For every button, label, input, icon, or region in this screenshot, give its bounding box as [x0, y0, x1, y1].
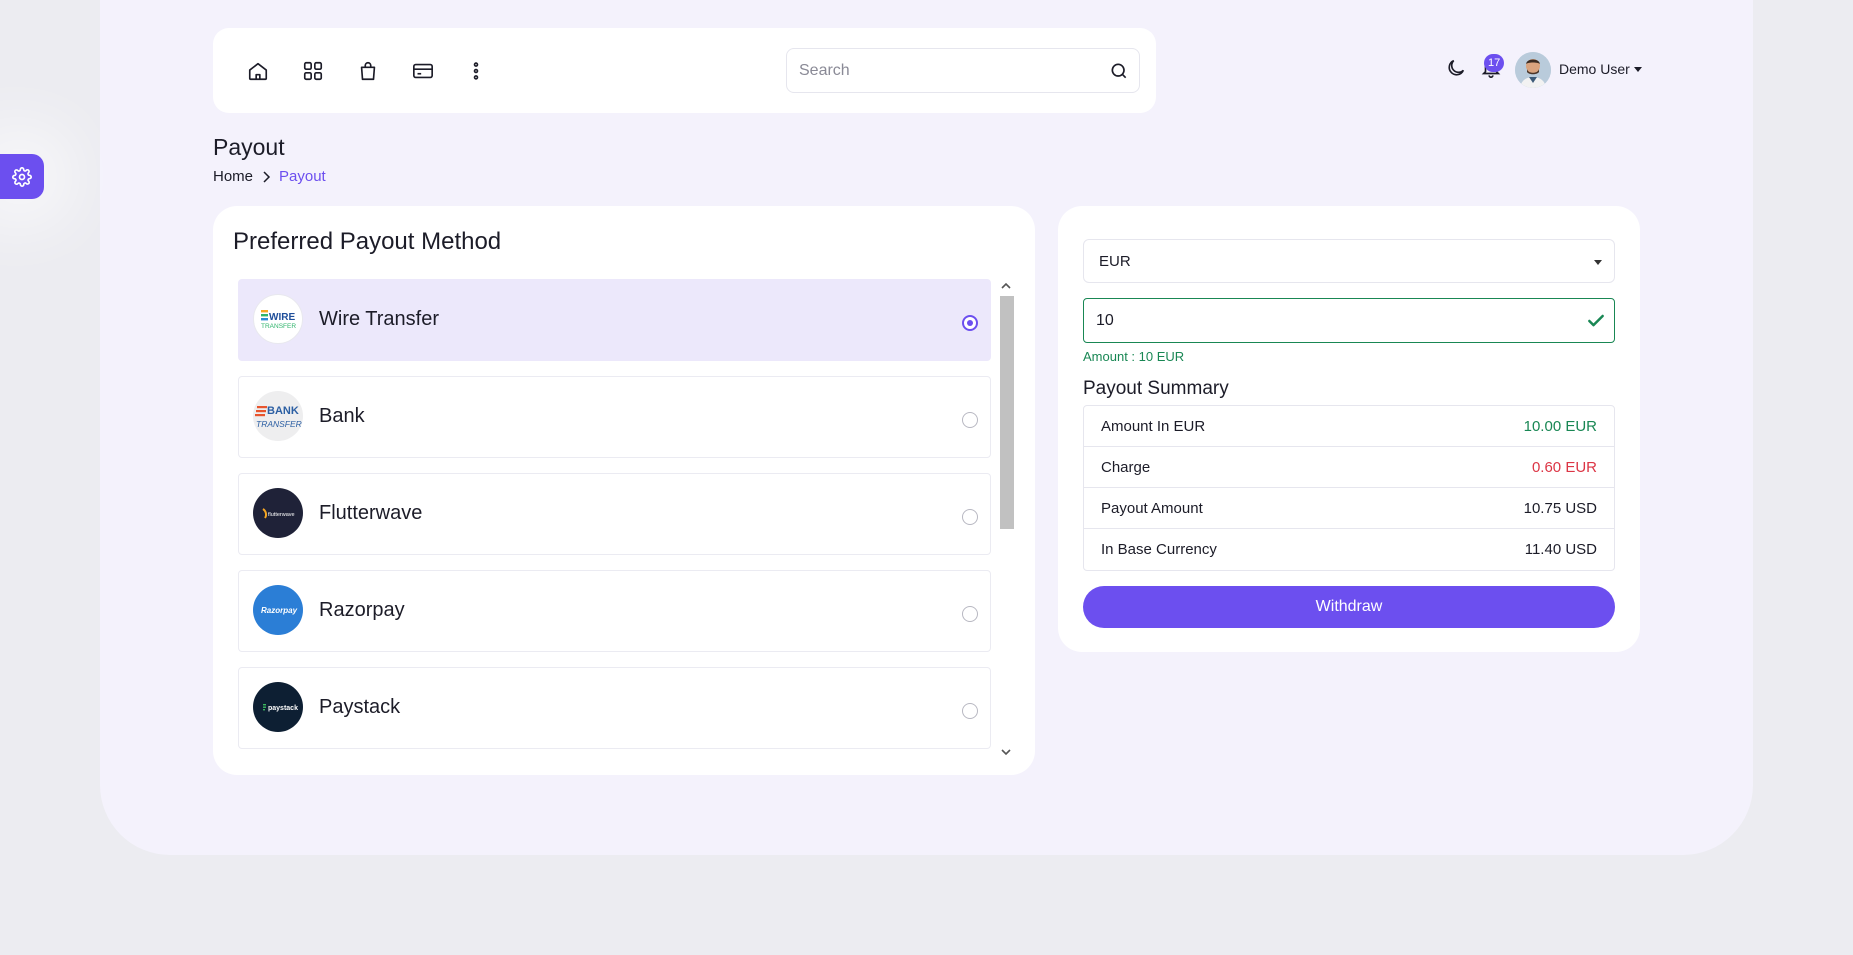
credit-card-icon — [413, 63, 433, 79]
flutterwave-logo: flutterwave — [253, 488, 303, 538]
method-name: Bank — [319, 405, 365, 427]
shop-nav-button[interactable] — [353, 56, 383, 86]
method-name: Flutterwave — [319, 502, 423, 524]
search-button[interactable] — [1099, 49, 1139, 92]
summary-value: 10.75 USD — [1523, 499, 1597, 517]
page-title: Payout — [213, 134, 285, 160]
breadcrumb-current: Payout — [279, 168, 326, 185]
method-radio[interactable] — [962, 315, 978, 331]
home-icon — [248, 62, 268, 81]
payments-nav-button[interactable] — [408, 56, 438, 86]
logo-subtext: TRANSFER — [261, 323, 296, 330]
amount-hint: Amount : 10 EUR — [1083, 349, 1185, 364]
search-icon — [1111, 63, 1127, 78]
apps-nav-button[interactable] — [298, 56, 328, 86]
breadcrumb: Home Payout — [213, 168, 326, 185]
withdraw-button[interactable]: Withdraw — [1083, 586, 1615, 628]
user-name-label: Demo User — [1559, 61, 1630, 77]
summary-label: In Base Currency — [1101, 541, 1217, 558]
home-nav-button[interactable] — [243, 56, 273, 86]
payout-method-wire-transfer[interactable]: WIRE TRANSFER Wire Transfer — [238, 279, 991, 361]
breadcrumb-home-link[interactable]: Home — [213, 168, 253, 185]
user-photo-icon — [1515, 52, 1551, 88]
bank-logo: BANK TRANSFER — [253, 391, 303, 441]
summary-row-amount: Amount In EUR 10.00 EUR — [1084, 406, 1614, 447]
currency-selected-value: EUR — [1099, 252, 1131, 270]
search-input[interactable] — [787, 49, 1099, 92]
caret-down-icon — [1594, 260, 1602, 265]
shopping-bag-icon — [360, 61, 376, 81]
more-nav-button[interactable] — [461, 56, 491, 86]
chevron-right-icon — [263, 170, 271, 183]
payout-summary-card: EUR Amount : 10 EUR Payout Summary Amoun… — [1058, 206, 1640, 652]
search-box — [786, 48, 1140, 93]
logo-text: Razorpay — [261, 606, 298, 615]
summary-label: Payout Amount — [1101, 499, 1203, 517]
logo-subtext: TRANSFER — [256, 419, 302, 429]
payout-method-razorpay[interactable]: Razorpay Razorpay — [238, 570, 991, 652]
chevron-up-icon — [1001, 282, 1011, 289]
user-menu-toggle[interactable]: Demo User — [1559, 61, 1642, 77]
gear-icon — [12, 166, 32, 187]
scroll-thumb[interactable] — [1000, 296, 1014, 529]
method-radio[interactable] — [962, 606, 978, 622]
summary-title: Payout Summary — [1083, 378, 1229, 399]
summary-row-base: In Base Currency 11.40 USD — [1084, 529, 1614, 570]
settings-button[interactable] — [0, 154, 44, 199]
payout-methods-card: Preferred Payout Method WIRE TRANSFER Wi… — [213, 206, 1035, 775]
valid-check-icon — [1578, 311, 1614, 331]
logo-text: BANK — [267, 405, 299, 417]
moon-icon — [1448, 59, 1465, 76]
payout-method-list: WIRE TRANSFER Wire Transfer BANK TRANSFE… — [238, 279, 991, 749]
summary-label: Amount In EUR — [1101, 417, 1206, 435]
amount-field — [1083, 298, 1615, 343]
summary-row-payout: Payout Amount 10.75 USD — [1084, 488, 1614, 529]
top-nav-bar — [213, 28, 1156, 113]
more-vertical-icon — [473, 62, 479, 80]
avatar[interactable] — [1515, 52, 1551, 88]
notification-count-badge: 17 — [1484, 54, 1505, 72]
payout-method-paystack[interactable]: paystack Paystack — [238, 667, 991, 749]
logo-text: paystack — [268, 705, 298, 712]
amount-input[interactable] — [1084, 299, 1578, 342]
logo-text: flutterwave — [268, 512, 295, 518]
payout-method-bank[interactable]: BANK TRANSFER Bank — [238, 376, 991, 458]
summary-table: Amount In EUR 10.00 EUR Charge 0.60 EUR … — [1083, 405, 1615, 571]
method-name: Paystack — [319, 696, 401, 718]
apps-grid-icon — [303, 61, 323, 81]
summary-row-charge: Charge 0.60 EUR — [1084, 447, 1614, 488]
chevron-down-icon — [1001, 749, 1011, 756]
currency-select[interactable]: EUR — [1083, 239, 1615, 283]
razorpay-logo: Razorpay — [253, 585, 303, 635]
scroll-down-button[interactable] — [998, 745, 1014, 759]
method-radio[interactable] — [962, 703, 978, 719]
wire-transfer-logo: WIRE TRANSFER — [253, 294, 303, 344]
payout-method-flutterwave[interactable]: flutterwave Flutterwave — [238, 473, 991, 555]
method-name: Razorpay — [319, 599, 405, 621]
method-radio[interactable] — [962, 509, 978, 525]
method-list-scrollbar[interactable] — [998, 279, 1014, 760]
summary-value: 11.40 USD — [1524, 541, 1597, 558]
summary-value: 10.00 EUR — [1523, 417, 1597, 435]
method-radio[interactable] — [962, 412, 978, 428]
summary-value: 0.60 EUR — [1531, 458, 1597, 476]
caret-down-icon — [1633, 66, 1642, 72]
paystack-logo: paystack — [253, 682, 303, 732]
methods-title: Preferred Payout Method — [233, 228, 502, 255]
logo-text: WIRE — [269, 312, 295, 323]
scroll-up-button[interactable] — [998, 279, 1014, 293]
theme-toggle-button[interactable] — [1445, 57, 1467, 84]
method-name: Wire Transfer — [319, 308, 440, 330]
summary-label: Charge — [1101, 458, 1151, 476]
